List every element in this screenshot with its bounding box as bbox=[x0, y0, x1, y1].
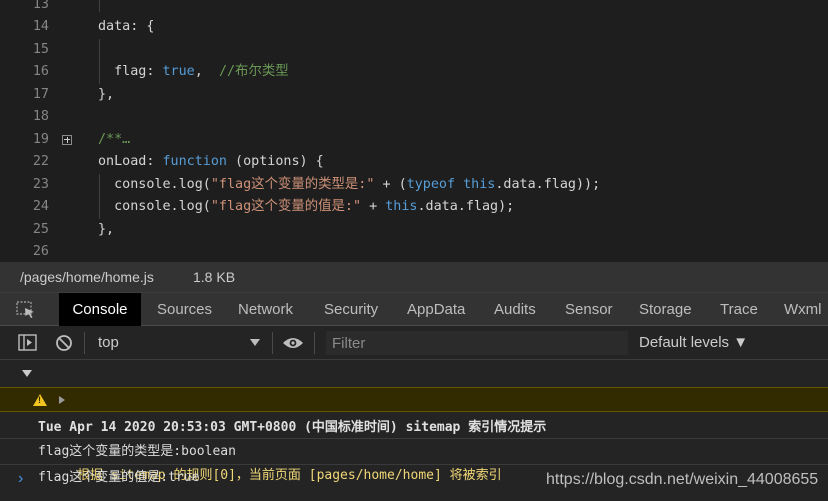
code-text: flag: true, //布尔类型 bbox=[98, 61, 289, 83]
line-number: 19 bbox=[32, 131, 49, 147]
console-warning[interactable]: 根据 sitemap 的规则[0]，当前页面 [pages/home/home]… bbox=[0, 387, 828, 483]
log-message: flag这个变量的值是:true bbox=[38, 470, 200, 485]
line-number: 26 bbox=[32, 244, 49, 259]
line-number: 23 bbox=[32, 176, 49, 192]
code-text: /**… bbox=[98, 129, 130, 151]
expand-fold-icon[interactable] bbox=[62, 134, 72, 145]
line-number: 16 bbox=[32, 64, 49, 79]
code-token: onLoad bbox=[98, 154, 147, 169]
code-token: }, bbox=[98, 221, 115, 237]
code-line[interactable]: 14 data: { bbox=[0, 16, 828, 38]
tab-storage[interactable]: Storage bbox=[637, 293, 694, 326]
line-number: 25 bbox=[32, 221, 49, 237]
code-token: true bbox=[162, 64, 195, 79]
file-path: /pages/home/home.js bbox=[20, 269, 154, 285]
expand-caret-icon[interactable] bbox=[22, 370, 32, 377]
eye-icon[interactable] bbox=[282, 336, 304, 350]
toolbar-divider bbox=[272, 332, 273, 354]
log-levels-dropdown[interactable]: Default levels ▼ bbox=[639, 326, 748, 360]
code-text: onLoad: function (options) { bbox=[98, 151, 324, 173]
line-number: 22 bbox=[32, 154, 49, 169]
filter-input[interactable] bbox=[326, 331, 628, 355]
line-number: 15 bbox=[32, 41, 49, 57]
code-line[interactable]: 22 onLoad: function (options) { bbox=[0, 151, 828, 173]
watermark-url: https://blog.csdn.net/weixin_44008655 bbox=[546, 471, 819, 488]
toolbar-divider bbox=[314, 332, 315, 354]
code-token: this bbox=[463, 176, 496, 192]
tab-trace[interactable]: Trace bbox=[718, 293, 760, 326]
line-number: 18 bbox=[32, 109, 49, 124]
code-token: .data.flag); bbox=[417, 199, 515, 214]
expand-caret-icon[interactable] bbox=[59, 396, 65, 404]
code-token: this bbox=[385, 199, 418, 214]
console-group-header[interactable]: Tue Apr 14 2020 20:53:03 GMT+0800 (中国标准时… bbox=[0, 360, 828, 435]
code-line[interactable]: 23 console.log("flag这个变量的类型是:" + (typeof… bbox=[0, 174, 828, 196]
code-token: }, bbox=[98, 86, 115, 102]
code-token: //布尔类型 bbox=[218, 64, 289, 79]
line-number: 17 bbox=[32, 86, 49, 102]
context-selector[interactable]: top bbox=[90, 331, 266, 355]
code-token: console.log( bbox=[98, 176, 211, 192]
code-line[interactable]: 15 bbox=[0, 39, 828, 61]
code-line[interactable]: 16 flag: true, //布尔类型 bbox=[0, 61, 828, 83]
code-token: : bbox=[146, 64, 163, 79]
tab-sensor[interactable]: Sensor bbox=[563, 293, 615, 326]
tab-security[interactable]: Security bbox=[322, 293, 380, 326]
code-line[interactable]: 18 bbox=[0, 106, 828, 128]
line-number: 13 bbox=[32, 0, 49, 12]
code-line[interactable]: 19 /**… bbox=[0, 129, 828, 151]
console-output: Tue Apr 14 2020 20:53:03 GMT+0800 (中国标准时… bbox=[0, 360, 828, 501]
code-line[interactable]: 26 bbox=[0, 241, 828, 262]
devtools-tab-bar: Console Sources Network Security AppData… bbox=[0, 292, 828, 326]
code-line[interactable]: 24 console.log("flag这个变量的值是:" + this.dat… bbox=[0, 196, 828, 218]
toolbar-divider bbox=[84, 332, 85, 354]
line-number: 14 bbox=[32, 19, 49, 34]
chevron-down-icon bbox=[250, 339, 260, 346]
file-status-bar: /pages/home/home.js 1.8 KB bbox=[0, 262, 828, 292]
tab-audits[interactable]: Audits bbox=[492, 293, 538, 326]
code-line[interactable]: 13 bbox=[0, 0, 828, 16]
code-token: (options) { bbox=[227, 154, 324, 169]
code-token: console.log( bbox=[98, 199, 211, 214]
code-line[interactable]: 25}, bbox=[0, 219, 828, 241]
code-text: console.log("flag这个变量的值是:" + this.data.f… bbox=[98, 196, 514, 218]
code-token: "flag这个变量的值是:" bbox=[210, 199, 362, 214]
code-token: /**… bbox=[98, 131, 131, 147]
code-editor[interactable]: 13 14 data: {15 16 flag: true, //布尔类型 17}, 18… bbox=[0, 0, 828, 262]
line-number: 24 bbox=[32, 199, 49, 214]
code-token: "flag这个变量的类型是:" bbox=[210, 176, 375, 192]
code-token: function bbox=[162, 154, 228, 169]
file-size: 1.8 KB bbox=[193, 269, 236, 285]
code-text: }, bbox=[98, 219, 114, 241]
tab-wxml[interactable]: Wxml bbox=[782, 293, 824, 326]
code-token: : bbox=[146, 154, 163, 169]
clear-console-icon[interactable] bbox=[55, 334, 73, 352]
tab-sources[interactable]: Sources bbox=[155, 293, 214, 326]
code-token: + ( bbox=[374, 176, 407, 192]
code-text: data: { bbox=[98, 16, 154, 38]
inspect-element-icon[interactable] bbox=[16, 301, 36, 319]
console-toolbar: top Default levels ▼ bbox=[0, 326, 828, 360]
code-token: + bbox=[361, 199, 386, 214]
code-line[interactable]: 17}, bbox=[0, 84, 828, 106]
code-text: }, bbox=[98, 84, 114, 106]
console-log-row: flag这个变量的类型是:boolean bbox=[0, 413, 828, 459]
console-log-row: flag这个变量的值是:true bbox=[0, 439, 828, 485]
console-prompt-icon[interactable]: › bbox=[18, 470, 23, 488]
context-label: top bbox=[98, 334, 119, 351]
warning-icon bbox=[33, 394, 47, 406]
code-token: .data.flag)); bbox=[495, 176, 601, 192]
code-text: console.log("flag这个变量的类型是:" + (typeof th… bbox=[98, 174, 600, 196]
code-token: typeof bbox=[406, 176, 456, 192]
sidebar-toggle-icon[interactable] bbox=[18, 334, 38, 352]
code-token: flag bbox=[98, 64, 147, 79]
tab-network[interactable]: Network bbox=[236, 293, 295, 326]
tab-console[interactable]: Console bbox=[59, 293, 141, 326]
code-token: , bbox=[194, 64, 219, 79]
code-token: data: { bbox=[98, 19, 155, 34]
tab-appdata[interactable]: AppData bbox=[405, 293, 467, 326]
